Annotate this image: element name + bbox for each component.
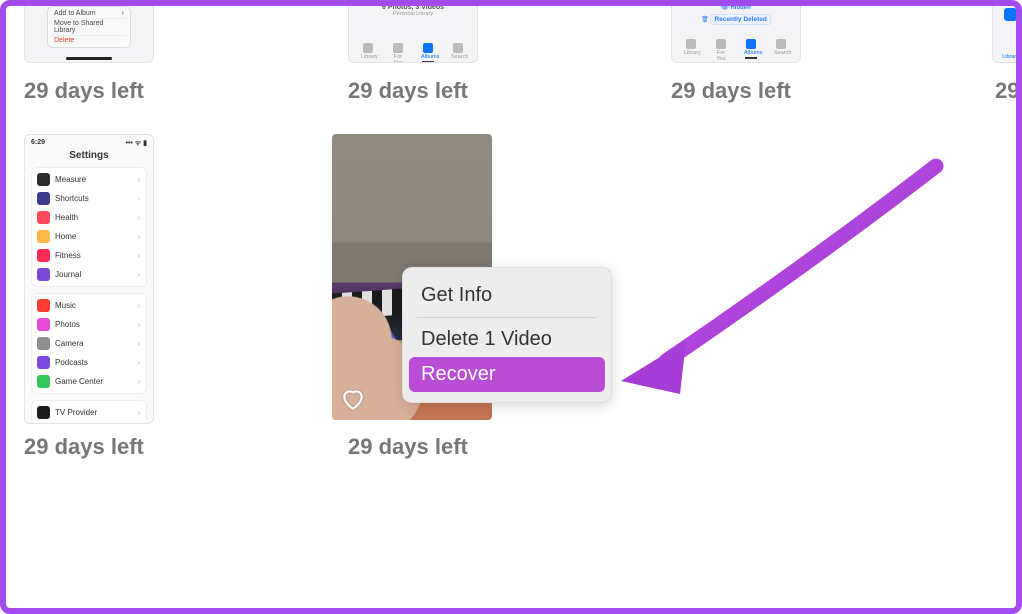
thumb-menu-move-shared: Move to Shared Library (54, 20, 124, 34)
settings-row: Photos (32, 315, 146, 334)
context-menu-delete[interactable]: Delete 1 Video (409, 322, 605, 357)
grid-item-2[interactable]: 6 Photos, 3 Videos Personal Library Libr… (348, 1, 478, 63)
menu-divider (417, 317, 597, 318)
app-frame: Add to Album› Move to Shared Library Del… (0, 0, 1022, 614)
thumb-albums-view: 6 Photos, 3 Videos Personal Library Libr… (348, 1, 478, 63)
grid-item-5-caption: 29 days left (24, 434, 144, 460)
settings-row: Camera (32, 334, 146, 353)
settings-row: Game Center (32, 372, 146, 391)
thumb-menu-add-to-album: Add to Album (54, 10, 96, 17)
hidden-label: Hidden (730, 5, 750, 11)
grid-item-4[interactable]: Library (992, 1, 1022, 63)
context-menu: Get Info Delete 1 Video Recover (402, 267, 612, 403)
tabbar: Library For You Albums Search (676, 39, 796, 62)
grid-item-1-caption: 29 days left (24, 78, 144, 104)
settings-row: Journal (32, 265, 146, 284)
thumb-context-menu-preview: Add to Album› Move to Shared Library Del… (24, 1, 154, 63)
settings-row: Shortcuts (32, 189, 146, 208)
settings-row: Fitness (32, 246, 146, 265)
thumb-recently-deleted-view: 👁 Hidden 🗑 Recently Deleted Library For … (671, 1, 801, 63)
context-menu-get-info[interactable]: Get Info (409, 278, 605, 313)
grid-item-4-caption: 29 (995, 78, 1019, 104)
grid-item-5[interactable]: 6:29••• ᯤ ▮ Settings MeasureShortcutsHea… (24, 134, 154, 424)
thumb2-title: 6 Photos, 3 Videos (353, 4, 473, 11)
library-icon (1004, 8, 1017, 21)
thumb-settings-screenshot: 6:29••• ᯤ ▮ Settings MeasureShortcutsHea… (24, 134, 154, 424)
grid-item-3-caption: 29 days left (671, 78, 791, 104)
settings-row: Podcasts (32, 353, 146, 372)
settings-row: Home (32, 227, 146, 246)
grid-item-1[interactable]: Add to Album› Move to Shared Library Del… (24, 1, 154, 63)
settings-row: Music (32, 296, 146, 315)
settings-title: Settings (31, 150, 147, 161)
grid-item-6-caption: 29 days left (348, 434, 468, 460)
thumb-menu-delete: Delete (54, 37, 74, 44)
thumb-library-edge: Library (992, 1, 1022, 63)
settings-row: Health (32, 208, 146, 227)
settings-row: Measure (32, 170, 146, 189)
photo-grid: Add to Album› Move to Shared Library Del… (6, 6, 1016, 608)
tabbar: Library For You Albums Search (353, 43, 473, 63)
grid-item-2-caption: 29 days left (348, 78, 468, 104)
favorite-heart-icon[interactable] (340, 386, 366, 412)
annotation-arrow (606, 146, 946, 406)
recently-deleted-label: Recently Deleted (710, 14, 770, 25)
context-menu-recover[interactable]: Recover (409, 357, 605, 392)
grid-item-3[interactable]: 👁 Hidden 🗑 Recently Deleted Library For … (671, 1, 801, 63)
settings-row: TV Provider (32, 403, 146, 422)
